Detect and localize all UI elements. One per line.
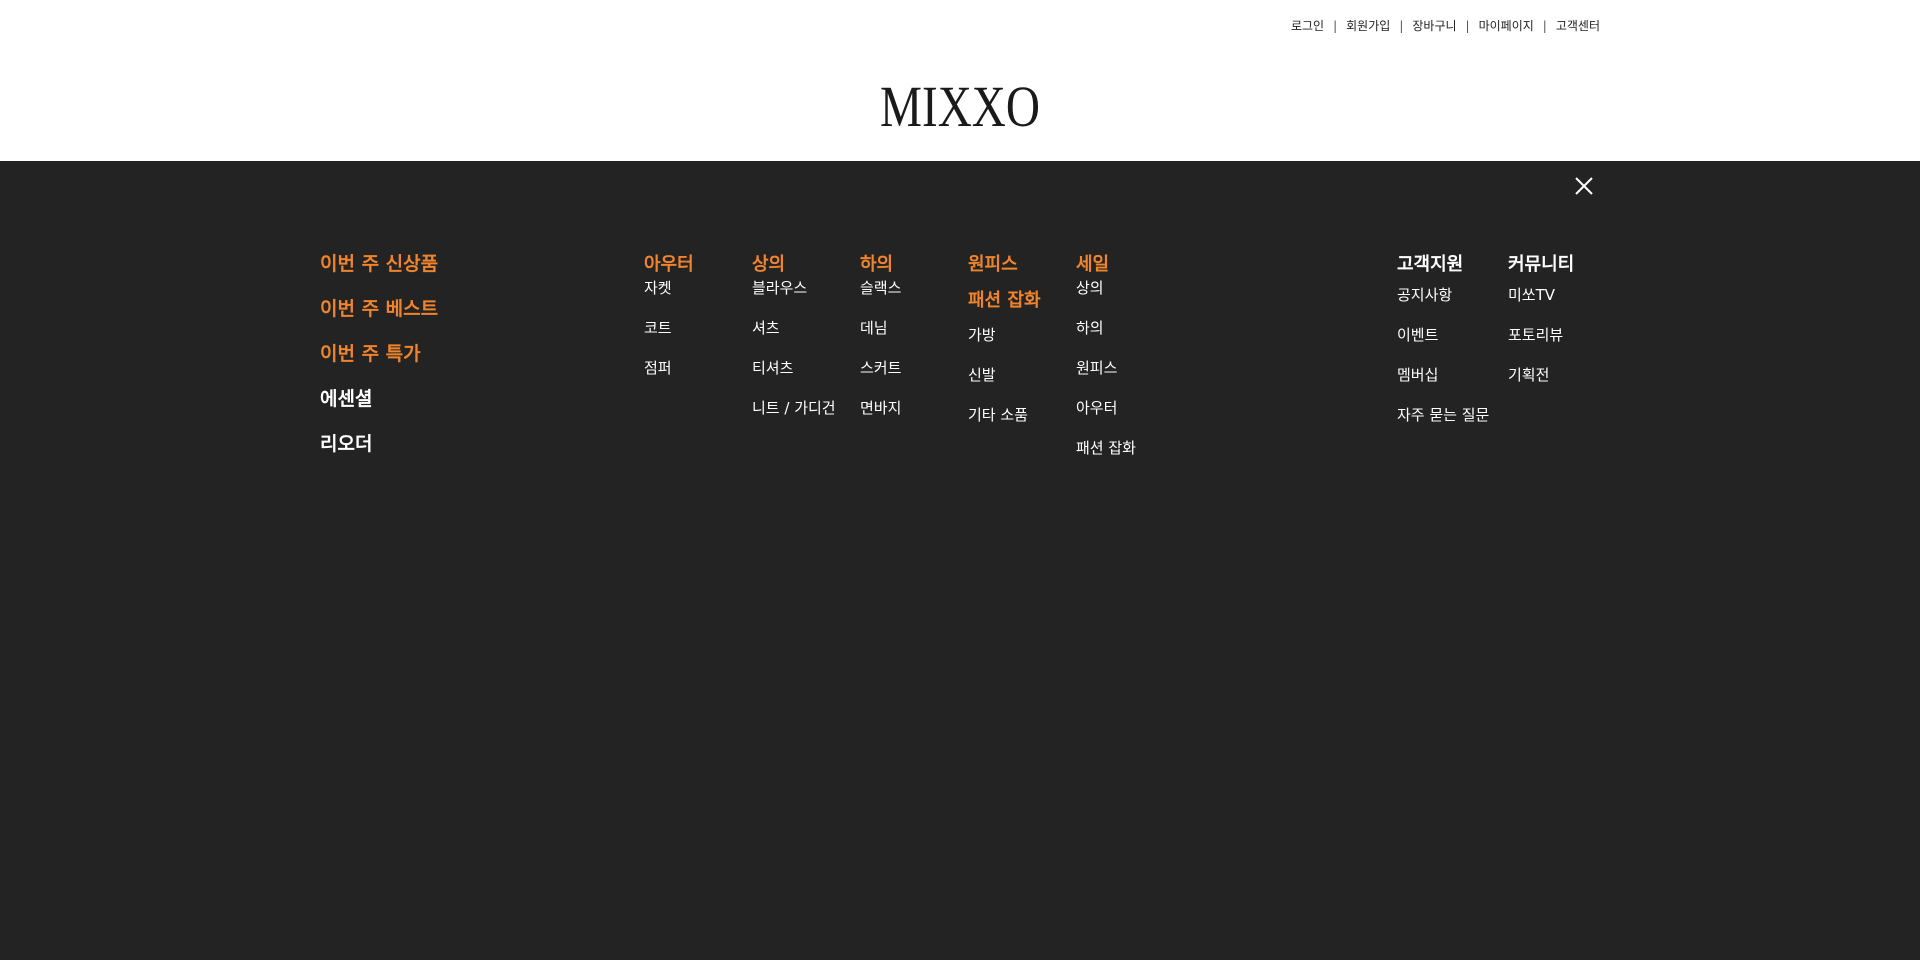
category-link-cotton-pants[interactable]: 면바지 [860,398,901,418]
support-title: 고객지원 [1397,254,1464,275]
mega-menu-panel: 이번 주 신상품 이번 주 베스트 이번 주 특가 에센셜 리오더 아우터 자켓… [0,161,1920,960]
featured-essential[interactable]: 에센셜 [320,388,438,410]
category-outer: 아우터 자켓 코트 점퍼 [644,254,694,378]
category-link-tshirt[interactable]: 티셔츠 [752,358,836,378]
category-title-sale[interactable]: 세일 [1076,254,1136,276]
featured-best[interactable]: 이번 주 베스트 [320,298,438,320]
category-link-accessories[interactable]: 기타 소품 [968,405,1041,425]
nav-separator: | [1399,18,1404,33]
category-link-bag[interactable]: 가방 [968,325,1041,345]
category-bottom: 하의 슬랙스 데님 스커트 면바지 [860,254,901,418]
customer-center-link[interactable]: 고객센터 [1556,17,1600,34]
support-link-event[interactable]: 이벤트 [1397,325,1489,345]
nav-separator: | [1465,18,1470,33]
sale-link-fashion-goods[interactable]: 패션 잡화 [1076,438,1136,458]
support-link-membership[interactable]: 멤버십 [1397,365,1489,385]
category-title-top[interactable]: 상의 [752,254,836,276]
category-link-blouse[interactable]: 블라우스 [752,278,836,298]
featured-special-deal[interactable]: 이번 주 특가 [320,343,438,365]
featured-new-arrivals[interactable]: 이번 주 신상품 [320,253,438,275]
community-link-photo-review[interactable]: 포토리뷰 [1508,325,1574,345]
category-link-knit-cardigan[interactable]: 니트 / 가디건 [752,398,836,418]
community-link-exhibition[interactable]: 기획전 [1508,365,1574,385]
community-menu: 커뮤니티 미쏘TV 포토리뷰 기획전 [1508,254,1574,385]
login-link[interactable]: 로그인 [1291,17,1324,34]
category-link-jumper[interactable]: 점퍼 [644,358,694,378]
category-link-shirt[interactable]: 셔츠 [752,318,836,338]
category-link-skirt[interactable]: 스커트 [860,358,901,378]
category-onepiece-goods: 원피스 패션 잡화 가방 신발 기타 소품 [968,254,1041,425]
support-menu: 고객지원 공지사항 이벤트 멤버십 자주 묻는 질문 [1397,254,1489,425]
category-link-jacket[interactable]: 자켓 [644,278,694,298]
close-icon[interactable] [1574,176,1594,196]
mypage-link[interactable]: 마이페이지 [1479,17,1534,34]
nav-separator: | [1542,18,1547,33]
sale-link-outer[interactable]: 아우터 [1076,398,1136,418]
brand-logo[interactable]: MIXXO [880,80,1040,130]
category-link-shoes[interactable]: 신발 [968,365,1041,385]
nav-separator: | [1333,18,1338,33]
category-link-slacks[interactable]: 슬랙스 [860,278,901,298]
category-link-denim[interactable]: 데님 [860,318,901,338]
support-link-notice[interactable]: 공지사항 [1397,285,1489,305]
category-title-fashion-goods[interactable]: 패션 잡화 [968,290,1041,312]
sale-link-bottom[interactable]: 하의 [1076,318,1136,338]
utility-nav: 로그인 | 회원가입 | 장바구니 | 마이페이지 | 고객센터 [1291,17,1600,34]
site-header: 로그인 | 회원가입 | 장바구니 | 마이페이지 | 고객센터 MIXXO [0,0,1920,161]
community-title: 커뮤니티 [1508,254,1575,275]
signup-link[interactable]: 회원가입 [1346,17,1390,34]
community-link-mixxo-tv[interactable]: 미쏘TV [1508,285,1574,305]
sale-link-onepiece[interactable]: 원피스 [1076,358,1136,378]
category-title-onepiece[interactable]: 원피스 [968,254,1041,276]
category-link-coat[interactable]: 코트 [644,318,694,338]
logo-text: MIXXO [880,80,1040,130]
category-top: 상의 블라우스 셔츠 티셔츠 니트 / 가디건 [752,254,836,418]
support-link-faq[interactable]: 자주 묻는 질문 [1397,405,1489,425]
category-sale: 세일 상의 하의 원피스 아우터 패션 잡화 [1076,254,1136,458]
category-title-bottom[interactable]: 하의 [860,254,901,276]
cart-link[interactable]: 장바구니 [1412,17,1456,34]
category-title-outer[interactable]: 아우터 [644,254,694,276]
featured-reorder[interactable]: 리오더 [320,433,438,455]
sale-link-top[interactable]: 상의 [1076,278,1136,298]
featured-menu: 이번 주 신상품 이번 주 베스트 이번 주 특가 에센셜 리오더 [320,253,438,478]
